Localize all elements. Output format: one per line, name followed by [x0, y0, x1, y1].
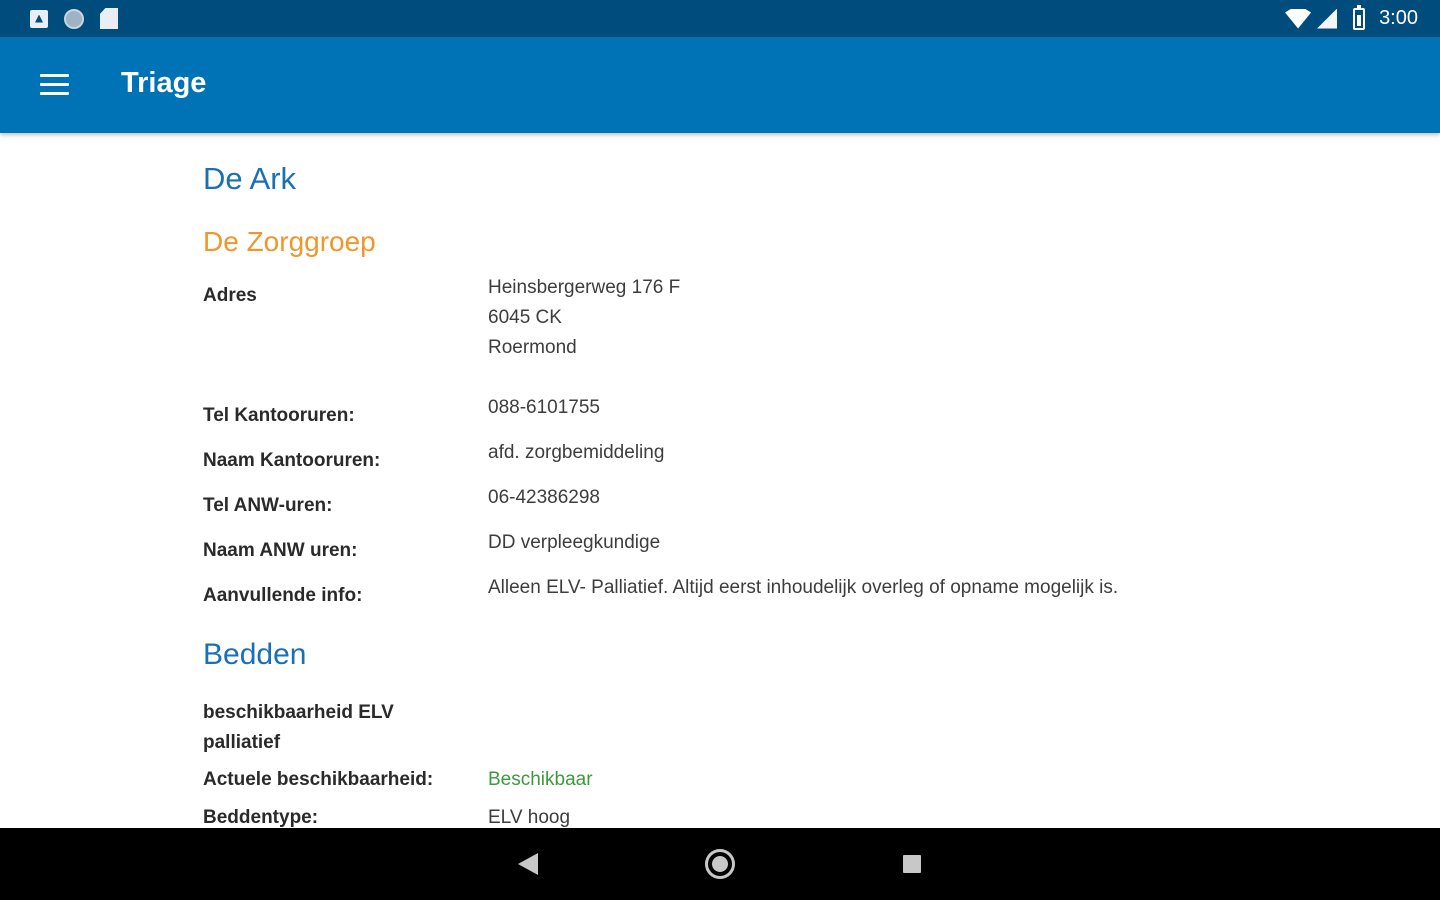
organization-name: De Ark: [203, 161, 297, 196]
recent-apps-icon[interactable]: [903, 855, 921, 873]
menu-line: [40, 83, 69, 86]
sd-card-icon: [100, 8, 118, 29]
tel-office-label: Tel Kantooruren:: [203, 405, 355, 426]
address-line-street: Heinsbergerweg 176 F: [488, 277, 681, 298]
bedtype-label: Beddentype:: [203, 807, 319, 828]
signal-icon: [1317, 8, 1338, 29]
current-availability-value: Beschikbaar: [488, 769, 593, 790]
system-nav-bar: [0, 828, 1440, 900]
status-bar-system: 3:00: [1285, 4, 1418, 30]
beds-availability-title: beschikbaarheid ELV palliatief: [203, 702, 394, 753]
hamburger-menu-icon[interactable]: [24, 59, 84, 109]
app-bar: Triage: [0, 37, 1440, 133]
current-availability-label: Actuele beschikbaarheid:: [203, 769, 434, 790]
tel-office-value[interactable]: 088-6101755: [488, 393, 600, 423]
detail-content[interactable]: De Ark De Zorggroep Adres Heinsbergerweg…: [0, 133, 1440, 828]
status-bar-notifications: [30, 8, 118, 29]
name-office-label: Naam Kantooruren:: [203, 450, 381, 471]
status-bar: 3:00: [0, 0, 1440, 37]
notification-a-icon: [30, 9, 48, 28]
beds-heading: Bedden: [203, 638, 307, 671]
circle-icon: [64, 8, 84, 29]
tel-anw-label: Tel ANW-uren:: [203, 495, 333, 516]
wifi-icon: [1285, 8, 1312, 29]
page-title: Triage: [121, 67, 207, 99]
address-line-city: Roermond: [488, 337, 577, 358]
battery-icon: [1353, 4, 1366, 30]
menu-line: [40, 74, 69, 77]
back-icon[interactable]: [518, 853, 538, 875]
status-time: 3:00: [1379, 7, 1418, 29]
bedtype-value: ELV hoog: [488, 807, 571, 828]
address-value[interactable]: Heinsbergerweg 176 F 6045 CK Roermond: [488, 273, 680, 363]
name-anw-label: Naam ANW uren:: [203, 540, 358, 561]
name-office-value: afd. zorgbemiddeling: [488, 442, 665, 463]
name-anw-value: DD verpleegkundige: [488, 532, 661, 553]
address-label: Adres: [203, 285, 257, 306]
extra-info-label: Aanvullende info:: [203, 585, 363, 606]
menu-line: [40, 92, 69, 95]
address-line-postcode: 6045 CK: [488, 307, 562, 328]
organization-group: De Zorggroep: [203, 226, 376, 257]
home-icon[interactable]: [705, 849, 735, 879]
tel-anw-value[interactable]: 06-42386298: [488, 483, 600, 513]
extra-info-value: Alleen ELV- Palliatief. Altijd eerst inh…: [488, 577, 1119, 598]
